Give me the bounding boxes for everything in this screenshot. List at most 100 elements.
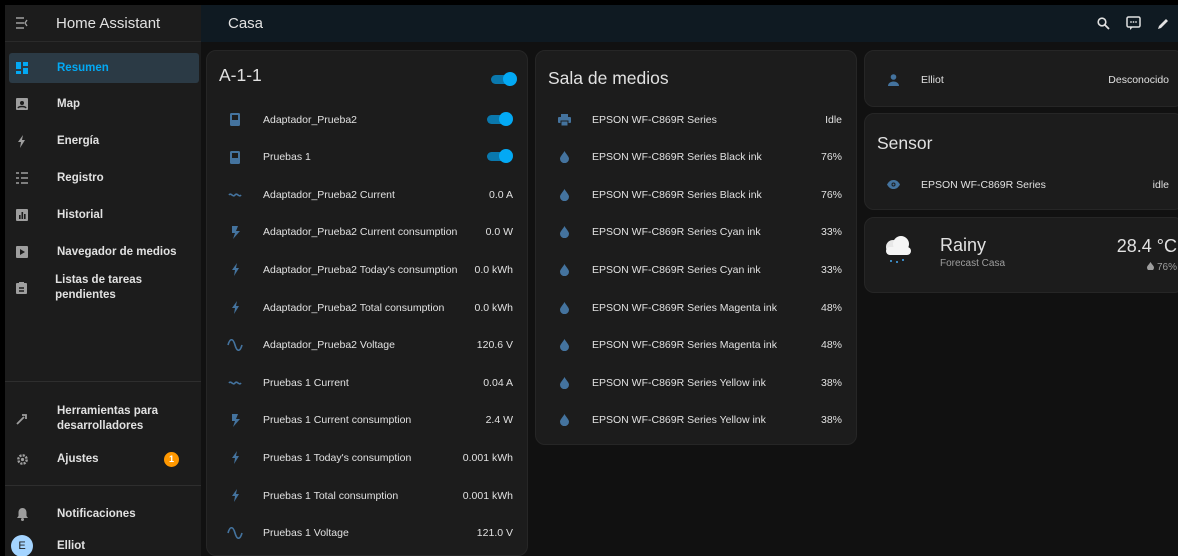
- search-icon[interactable]: [1097, 17, 1110, 30]
- entity-name: EPSON WF-C869R Series Magenta ink: [592, 339, 777, 352]
- current-icon: [227, 379, 243, 387]
- assist-icon[interactable]: [1126, 16, 1141, 31]
- sidebar-item-energia[interactable]: Energía: [5, 126, 195, 156]
- entity-toggle[interactable]: [485, 149, 513, 164]
- entity-row[interactable]: Pruebas 1 Voltage 121.0 V: [207, 515, 527, 552]
- sidebar-item-listas-de-tareas[interactable]: Listas de tareas pendientes: [5, 273, 195, 303]
- sidebar-item-resumen[interactable]: Resumen: [9, 53, 199, 83]
- sidebar-item-label: Listas de tareas pendientes: [55, 274, 143, 301]
- sensor-row[interactable]: EPSON WF-C869R Series idle: [865, 166, 1178, 203]
- sidebar-item-navegador-de-medios[interactable]: Navegador de medios: [5, 237, 195, 267]
- hammer-icon: [9, 413, 35, 425]
- sidebar-item-label: Registro: [57, 171, 104, 184]
- entity-row[interactable]: Adaptador_Prueba2 Total consumption 0.0 k…: [207, 289, 527, 326]
- lightning-icon: [227, 451, 243, 465]
- entity-row[interactable]: Adaptador_Prueba2 Current consumption 0.0…: [207, 214, 527, 251]
- printer-icon: [556, 113, 572, 126]
- entity-name: Pruebas 1 Voltage: [263, 527, 349, 540]
- sidebar-item-map[interactable]: Map: [5, 89, 195, 119]
- entity-value: 121.0 V: [476, 527, 513, 540]
- person-row[interactable]: Elliot Desconocido: [865, 61, 1178, 98]
- entity-row[interactable]: EPSON WF-C869R Series Yellow ink 38%: [536, 364, 856, 401]
- entity-row[interactable]: EPSON WF-C869R Series Magenta ink 48%: [536, 289, 856, 326]
- switch-row[interactable]: Pruebas 1: [207, 139, 527, 176]
- sidebar-item-ajustes[interactable]: Ajustes 1: [5, 444, 195, 474]
- account-icon: [885, 73, 901, 86]
- entity-value: 76%: [820, 151, 842, 164]
- avatar-wrap: E: [9, 535, 35, 556]
- pencil-icon[interactable]: [1157, 17, 1170, 30]
- lightning-icon: [227, 263, 243, 277]
- entity-row[interactable]: Adaptador_Prueba2 Voltage 120.6 V: [207, 327, 527, 364]
- entity-value: 0.0 kWh: [474, 263, 513, 276]
- card-a-1-1: A-1-1 Adaptador_Prueba2 Pruebas 1 Adaptado…: [206, 50, 528, 556]
- entity-value: 0.0 A: [489, 188, 513, 201]
- entity-value: 38%: [820, 376, 842, 389]
- entity-value: 38%: [820, 414, 842, 427]
- entity-value: 2.4 W: [485, 414, 513, 427]
- entity-value: Idle: [825, 113, 842, 126]
- entity-name: Adaptador_Prueba2 Current: [263, 188, 395, 201]
- entity-row[interactable]: Pruebas 1 Today's consumption 0.001 kWh: [207, 439, 527, 476]
- entity-value: 0.0 kWh: [474, 301, 513, 314]
- entity-value: 120.6 V: [476, 339, 513, 352]
- entity-name: EPSON WF-C869R Series Yellow ink: [592, 376, 766, 389]
- card-title: Sensor: [877, 133, 933, 153]
- header-toggle[interactable]: [489, 72, 517, 86]
- entity-name: Adaptador_Prueba2 Total consumption: [263, 301, 445, 314]
- eye-icon: [885, 180, 901, 189]
- water-drop-icon: [556, 226, 572, 239]
- sidebar-item-notificaciones[interactable]: Notificaciones: [5, 499, 195, 529]
- entity-row[interactable]: EPSON WF-C869R Series Black ink 76%: [536, 176, 856, 213]
- entity-name: Pruebas 1 Today's consumption: [263, 451, 412, 464]
- chart-icon: [9, 209, 35, 221]
- current-icon: [227, 191, 243, 199]
- entity-row[interactable]: Adaptador_Prueba2 Today's consumption 0.0…: [207, 251, 527, 288]
- lightning-icon: [9, 134, 35, 148]
- card-sala-de-medios: Sala de medios EPSON WF-C869R Series Idle…: [535, 50, 857, 445]
- dashboard: A-1-1 Adaptador_Prueba2 Pruebas 1 Adaptado…: [201, 42, 1178, 556]
- card-weather[interactable]: Rainy Forecast Casa 28.4 °C 76%: [864, 217, 1178, 293]
- entity-row[interactable]: EPSON WF-C869R Series Cyan ink 33%: [536, 214, 856, 251]
- entity-row[interactable]: EPSON WF-C869R Series Cyan ink 33%: [536, 251, 856, 288]
- entity-name: Pruebas 1 Current: [263, 376, 349, 389]
- switch-row[interactable]: Adaptador_Prueba2: [207, 101, 527, 138]
- sidebar-item-herramientas[interactable]: Herramientas para desarrolladores: [5, 398, 195, 440]
- entity-toggle[interactable]: [485, 111, 513, 127]
- entity-row[interactable]: EPSON WF-C869R Series Black ink 76%: [536, 139, 856, 176]
- sidebar-item-profile[interactable]: E Elliot: [5, 535, 195, 556]
- entity-row[interactable]: EPSON WF-C869R Series Idle: [536, 101, 856, 138]
- entity-row[interactable]: Pruebas 1 Current consumption 2.4 W: [207, 402, 527, 439]
- sidebar-item-label: Navegador de medios: [57, 245, 177, 258]
- sidebar-item-label: Elliot: [57, 539, 86, 552]
- entity-row[interactable]: EPSON WF-C869R Series Yellow ink 38%: [536, 402, 856, 439]
- entity-value: 33%: [820, 263, 842, 276]
- sidebar-divider: [5, 485, 201, 486]
- settings-badge: 1: [164, 451, 179, 467]
- menu-toggle-icon[interactable]: [5, 17, 39, 29]
- card-title: A-1-1: [219, 65, 262, 85]
- switch-icon: [227, 113, 243, 126]
- sidebar-item-registro[interactable]: Registro: [5, 163, 195, 193]
- entity-row[interactable]: Pruebas 1 Current 0.04 A: [207, 364, 527, 401]
- logbook-icon: [9, 172, 35, 184]
- entity-value: 0.001 kWh: [462, 489, 513, 502]
- sidebar-header: Home Assistant: [5, 5, 201, 42]
- entity-row[interactable]: EPSON WF-C869R Series Magenta ink 48%: [536, 327, 856, 364]
- water-drop-icon: [1147, 262, 1155, 271]
- sidebar-item-historial[interactable]: Historial: [5, 200, 195, 230]
- sidebar-item-label: Ajustes: [57, 452, 99, 465]
- page-title: Casa: [228, 15, 264, 32]
- water-drop-icon: [556, 414, 572, 427]
- entity-row[interactable]: Pruebas 1 Total consumption 0.001 kWh: [207, 477, 527, 514]
- dev-tools-line-1: Herramientas para: [57, 405, 158, 417]
- entity-name: EPSON WF-C869R Series Yellow ink: [592, 414, 766, 427]
- entity-name: EPSON WF-C869R Series: [592, 113, 717, 126]
- entity-value: idle: [1152, 178, 1169, 191]
- water-drop-icon: [556, 376, 572, 389]
- entity-name: Adaptador_Prueba2 Current consumption: [263, 226, 458, 239]
- entity-row[interactable]: Adaptador_Prueba2 Current 0.0 A: [207, 176, 527, 213]
- media-icon: [9, 246, 35, 258]
- entity-name: Adaptador_Prueba2 Today's consumption: [263, 263, 458, 276]
- toggle-knob: [503, 72, 517, 86]
